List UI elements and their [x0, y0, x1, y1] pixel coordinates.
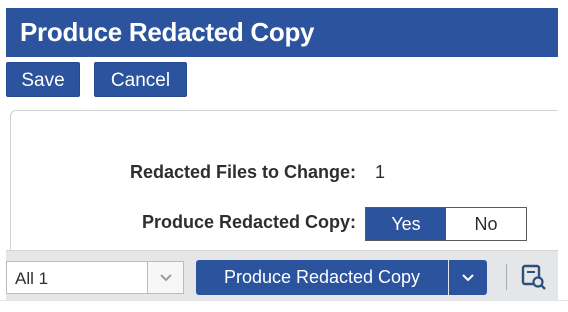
document-search-icon	[521, 264, 546, 290]
produce-redacted-copy-toggle: Yes No	[365, 207, 527, 241]
toggle-yes-option[interactable]: Yes	[366, 208, 446, 240]
redacted-files-count: 1	[375, 162, 386, 182]
title-bar: Produce Redacted Copy	[6, 8, 558, 57]
produce-redacted-copy-window: Produce Redacted Copy Save Cancel Redact…	[0, 0, 568, 312]
toggle-no-option[interactable]: No	[446, 208, 526, 240]
save-button[interactable]: Save	[6, 62, 80, 97]
chevron-down-icon	[462, 274, 474, 282]
cancel-button[interactable]: Cancel	[94, 62, 187, 97]
chevron-down-icon	[160, 274, 172, 282]
document-search-button[interactable]	[518, 262, 548, 292]
toolbar-divider	[506, 264, 507, 290]
form-panel: Redacted Files to Change: 1 Produce Reda…	[10, 110, 558, 250]
produce-options-dropdown-button[interactable]	[449, 260, 487, 295]
scope-select[interactable]: All 1	[6, 261, 184, 294]
toolbar: Save Cancel	[6, 57, 558, 103]
redacted-files-label: Redacted Files to Change:	[129, 162, 356, 182]
scope-select-toggle[interactable]	[147, 262, 183, 293]
bottom-action-bar: All 1 Produce Redacted Copy	[6, 250, 558, 300]
window-bottom-edge	[0, 300, 568, 312]
produce-redacted-copy-label: Produce Redacted Copy:	[141, 212, 356, 232]
produce-redacted-copy-button[interactable]: Produce Redacted Copy	[196, 260, 448, 295]
scope-select-value: All 1	[15, 269, 49, 288]
window-title: Produce Redacted Copy	[20, 17, 315, 47]
